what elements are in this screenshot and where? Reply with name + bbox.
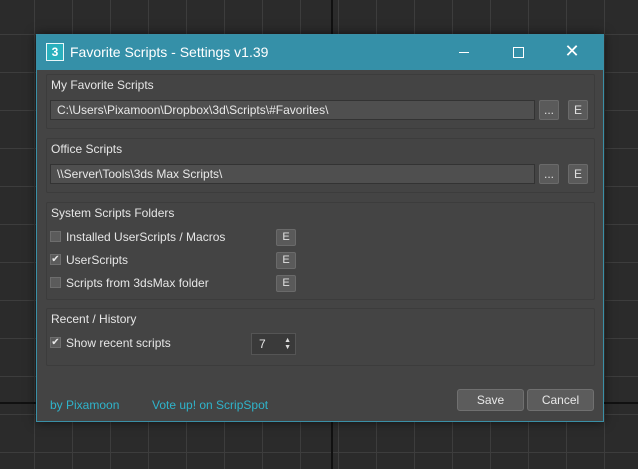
office-edit-button[interactable]: E	[568, 164, 588, 184]
favorite-browse-button[interactable]: ...	[539, 100, 559, 120]
recent-count-value[interactable]: 7	[259, 337, 266, 351]
installed-userscripts-edit-button[interactable]: E	[276, 229, 296, 246]
favorite-path-field[interactable]: C:\Users\Pixamoon\Dropbox\3d\Scripts\#Fa…	[50, 100, 535, 120]
cancel-button[interactable]: Cancel	[527, 389, 594, 411]
max-folder-scripts-edit-button[interactable]: E	[276, 275, 296, 292]
close-icon: ✕	[564, 41, 580, 61]
office-browse-button[interactable]: ...	[539, 164, 559, 184]
favorite-scripts-title: My Favorite Scripts	[51, 78, 154, 92]
recent-count-spinner[interactable]: 7 ▲ ▼	[251, 333, 296, 355]
window-title: Favorite Scripts - Settings v1.39	[70, 44, 269, 60]
save-button[interactable]: Save	[457, 389, 524, 411]
office-scripts-title: Office Scripts	[51, 142, 123, 156]
userscripts-edit-button[interactable]: E	[276, 252, 296, 269]
system-scripts-title: System Scripts Folders	[51, 206, 175, 220]
minimize-button[interactable]	[441, 35, 487, 70]
office-path-field[interactable]: \\Server\Tools\3ds Max Scripts\	[50, 164, 535, 184]
maximize-button[interactable]	[495, 35, 541, 70]
show-recent-checkbox[interactable]: ✔	[50, 337, 61, 348]
recent-history-title: Recent / History	[51, 312, 137, 326]
title-bar[interactable]: 3 Favorite Scripts - Settings v1.39 ✕	[37, 35, 603, 70]
favorite-edit-button[interactable]: E	[568, 100, 588, 120]
author-link[interactable]: by Pixamoon	[50, 398, 119, 412]
3dsmax-app-icon: 3	[46, 43, 64, 61]
minimize-icon	[459, 52, 469, 53]
show-recent-label: Show recent scripts	[66, 336, 171, 350]
max-folder-scripts-checkbox[interactable]	[50, 277, 61, 288]
installed-userscripts-checkbox[interactable]	[50, 231, 61, 242]
spinner-arrows-icon[interactable]: ▲ ▼	[284, 337, 291, 351]
maximize-icon	[513, 47, 524, 58]
settings-dialog: 3 Favorite Scripts - Settings v1.39 ✕ My…	[36, 34, 604, 422]
close-button[interactable]: ✕	[549, 35, 595, 70]
userscripts-checkbox[interactable]: ✔	[50, 254, 61, 265]
userscripts-label: UserScripts	[66, 253, 129, 267]
scriptspot-vote-link[interactable]: Vote up! on ScripSpot	[152, 398, 268, 412]
installed-userscripts-label: Installed UserScripts / Macros	[66, 230, 226, 244]
max-folder-scripts-label: Scripts from 3dsMax folder	[66, 276, 209, 290]
